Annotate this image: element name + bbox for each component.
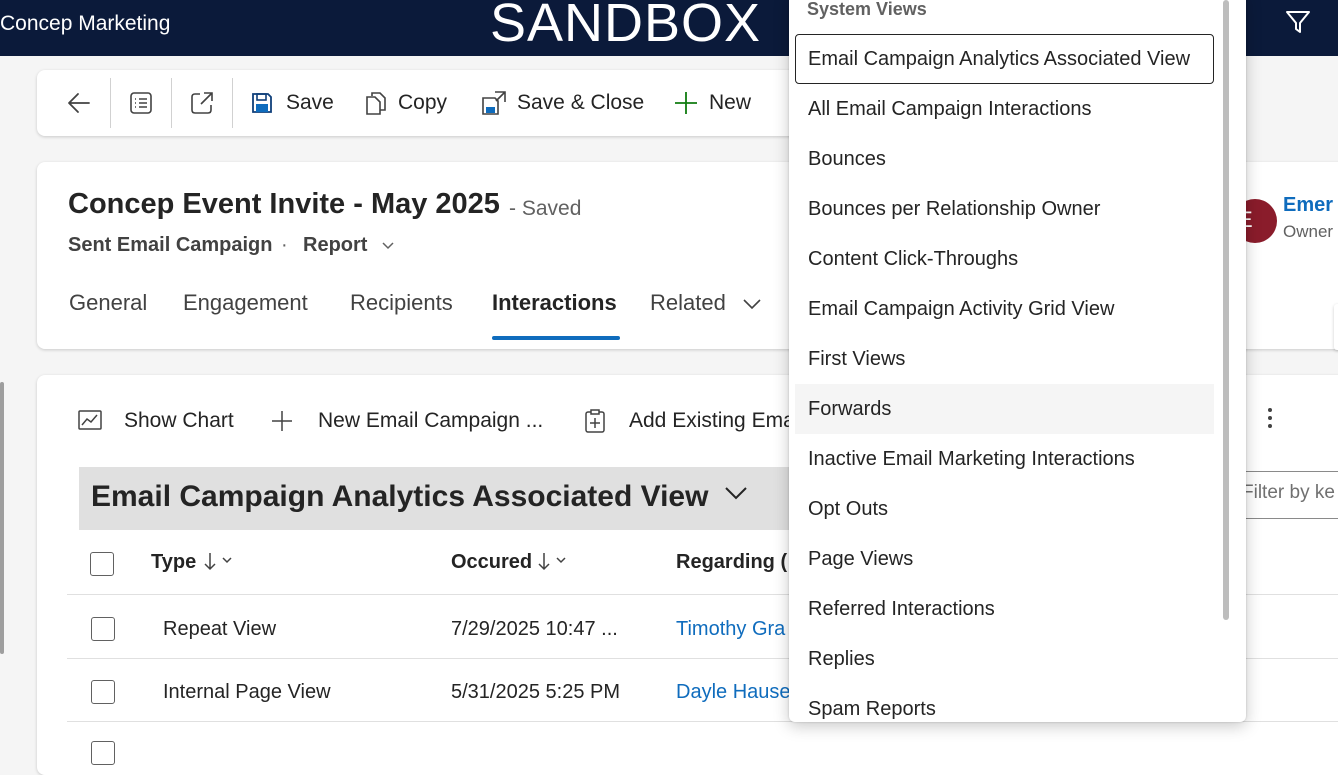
form-selector[interactable]: Report [303, 234, 395, 257]
back-arrow-icon [68, 93, 90, 113]
save-button[interactable]: Save [250, 70, 334, 136]
sort-down-icon[interactable] [203, 551, 233, 573]
save-close-button[interactable]: Save & Close [481, 70, 644, 136]
view-dropdown: System Views Email Campaign Analytics As… [789, 0, 1246, 722]
chevron-down-icon [743, 299, 761, 310]
view-option[interactable]: Spam Reports [795, 684, 1214, 722]
view-option[interactable]: Bounces [795, 134, 1214, 184]
tab-recipients[interactable]: Recipients [350, 290, 453, 316]
cell-type[interactable]: Internal Page View [163, 681, 331, 704]
app-title[interactable]: Concep Marketing [0, 12, 170, 36]
environment-banner: SANDBOX [490, 0, 762, 53]
show-chart-label: Show Chart [124, 409, 234, 432]
save-close-label: Save & Close [517, 91, 645, 114]
plus-icon [272, 411, 292, 431]
chevron-down-icon [382, 242, 394, 250]
tab-related-label: Related [650, 290, 726, 315]
view-option[interactable]: Replies [795, 634, 1214, 684]
page-scrollbar[interactable] [0, 382, 4, 654]
side-panel-edge [1334, 304, 1338, 350]
view-option[interactable]: First Views [795, 334, 1214, 384]
clipboard-add-icon [585, 409, 605, 433]
divider [110, 78, 111, 128]
copy-icon [366, 92, 386, 115]
save-label: Save [286, 91, 334, 114]
record-title: Concep Event Invite - May 2025 [68, 188, 500, 220]
filter-icon[interactable] [1284, 8, 1312, 36]
view-option[interactable]: Email Campaign Activity Grid View [795, 284, 1214, 334]
add-existing-button[interactable]: Add Existing Ema [583, 395, 795, 447]
more-options-icon[interactable] [1267, 407, 1273, 434]
view-option[interactable]: Page Views [795, 534, 1214, 584]
copy-button[interactable]: Copy [364, 70, 447, 136]
list-form-icon [130, 92, 152, 114]
view-option[interactable]: Email Campaign Analytics Associated View [795, 34, 1214, 84]
active-tab-indicator [492, 336, 620, 340]
dropdown-scrollbar[interactable] [1223, 0, 1229, 620]
separator-dot: · [281, 234, 288, 256]
save-close-icon [482, 91, 506, 115]
chart-icon [78, 410, 102, 430]
open-in-new-window-icon [191, 92, 213, 114]
entity-name: Sent Email Campaign [68, 234, 273, 256]
view-option[interactable]: Bounces per Relationship Owner [795, 184, 1214, 234]
row-checkbox[interactable] [91, 680, 115, 704]
view-option[interactable]: Opt Outs [795, 484, 1214, 534]
new-button[interactable]: New [673, 70, 751, 136]
command-bar: Save Copy Save & Close New [37, 70, 897, 136]
divider [171, 78, 172, 128]
tab-engagement[interactable]: Engagement [183, 290, 308, 316]
new-email-campaign-button[interactable]: New Email Campaign ... [270, 395, 543, 447]
dropdown-group-label: System Views [807, 0, 927, 19]
column-header-occured[interactable]: Occured [451, 551, 532, 574]
filter-by-keyword-input[interactable]: Filter by ke [1233, 471, 1338, 519]
tab-interactions[interactable]: Interactions [492, 290, 617, 316]
divider [232, 78, 233, 128]
column-header-type[interactable]: Type [151, 551, 196, 574]
sort-down-icon[interactable] [537, 551, 567, 573]
back-button[interactable] [65, 70, 93, 136]
show-chart-button[interactable]: Show Chart [77, 395, 234, 447]
copy-label: Copy [398, 91, 448, 114]
cell-occured: 5/31/2025 5:25 PM [451, 681, 621, 703]
cell-occured: 7/29/2025 10:47 ... [451, 618, 618, 640]
filter-placeholder: Filter by ke [1242, 482, 1335, 503]
tab-general[interactable]: General [69, 290, 147, 316]
owner-label: Owner [1283, 222, 1334, 241]
view-selector[interactable]: Email Campaign Analytics Associated View [79, 467, 799, 530]
chevron-down-icon [725, 487, 747, 500]
row-checkbox[interactable] [91, 617, 115, 641]
view-option[interactable]: Referred Interactions [795, 584, 1214, 634]
view-option[interactable]: Content Click-Throughs [795, 234, 1214, 284]
plus-icon [675, 92, 697, 114]
view-option[interactable]: All Email Campaign Interactions [795, 84, 1214, 134]
row-checkbox[interactable] [91, 741, 115, 765]
form-name: Report [303, 234, 368, 256]
new-email-campaign-label: New Email Campaign ... [318, 409, 544, 432]
column-header-regarding[interactable]: Regarding ( [676, 551, 787, 574]
cell-regarding-link[interactable]: Dayle Hause [676, 681, 791, 704]
owner-name[interactable]: Emer [1283, 194, 1333, 217]
view-selector-label: Email Campaign Analytics Associated View [91, 480, 709, 513]
select-all-checkbox[interactable] [90, 552, 114, 576]
view-option[interactable]: Forwards [795, 384, 1214, 434]
form-selector-button[interactable] [128, 70, 154, 136]
save-icon [252, 93, 272, 113]
cell-regarding-link[interactable]: Timothy Gra [676, 618, 785, 641]
view-option[interactable]: Inactive Email Marketing Interactions [795, 434, 1214, 484]
tab-related[interactable]: Related [650, 290, 762, 316]
add-existing-label: Add Existing Ema [629, 409, 795, 432]
open-new-window-button[interactable] [189, 70, 215, 136]
cell-type[interactable]: Repeat View [163, 618, 276, 641]
new-label: New [709, 91, 752, 114]
save-status: - Saved [509, 197, 582, 220]
